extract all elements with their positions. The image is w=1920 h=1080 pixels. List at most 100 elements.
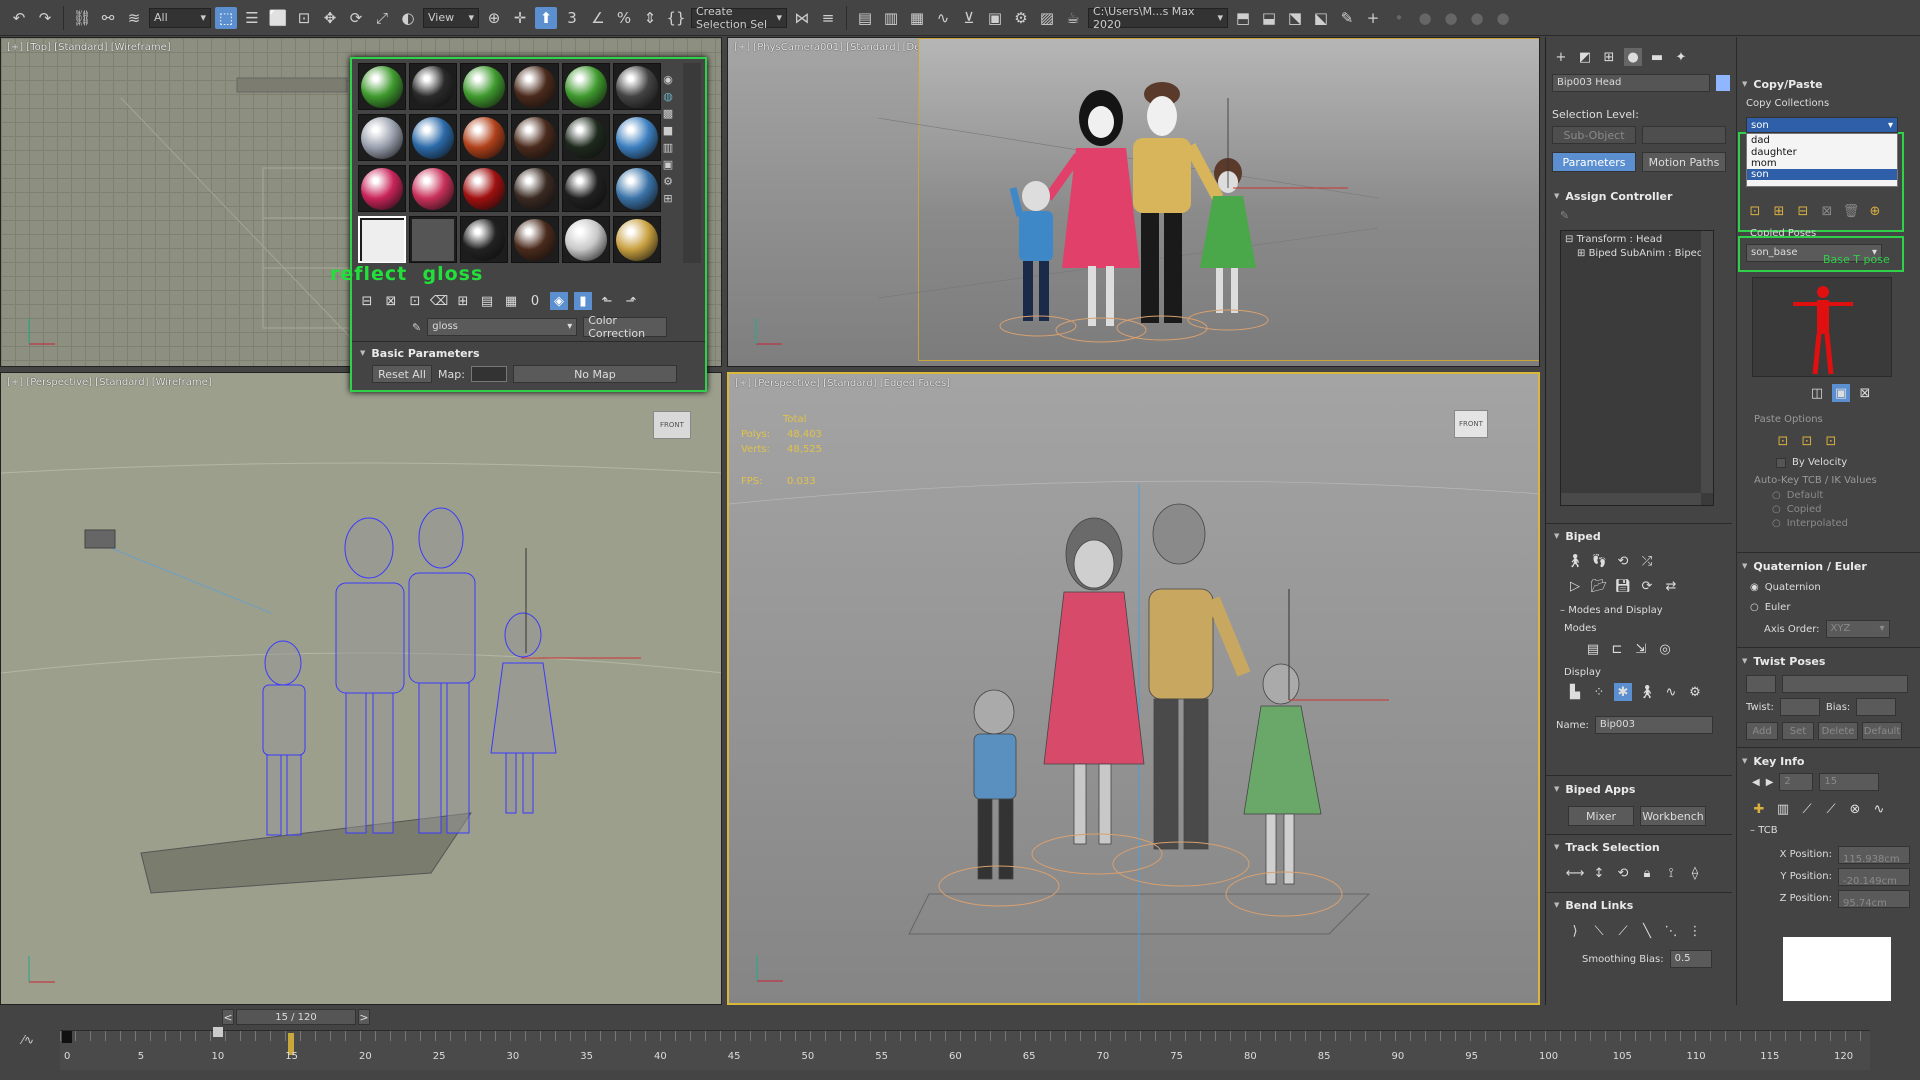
tree-item-transform[interactable]: ⊟ Transform : Head xyxy=(1561,231,1713,248)
mixer-mode-icon[interactable]: ⤮ xyxy=(1638,552,1656,570)
display-tab-icon[interactable]: ▬ xyxy=(1648,48,1666,66)
bias-spinner[interactable] xyxy=(1856,698,1897,716)
bend-links-rollout[interactable]: Bend Links xyxy=(1554,895,1633,915)
set-key-icon[interactable]: ✚ xyxy=(1750,800,1768,818)
material-slot[interactable] xyxy=(562,165,610,212)
select-by-material-icon[interactable]: ⊞ xyxy=(663,192,672,205)
paint-icon[interactable]: ✎ xyxy=(1336,7,1358,29)
open-explorer-icon[interactable]: ⬒ xyxy=(1232,7,1254,29)
footstep-mode-icon[interactable]: 👣︎ xyxy=(1590,552,1608,570)
rubber-band-icon[interactable]: ⊏ xyxy=(1608,640,1626,658)
trajectories-icon[interactable]: ∿ xyxy=(1662,683,1680,701)
link-icon[interactable]: ⛓ xyxy=(71,7,93,29)
material-slot[interactable] xyxy=(511,114,559,161)
place-icon[interactable]: ◐ xyxy=(397,7,419,29)
time-slider-marker[interactable] xyxy=(213,1027,223,1037)
tree-item-biped-subanim[interactable]: ⊞ Biped SubAnim : Biped xyxy=(1561,248,1713,259)
parameters-tab[interactable]: Parameters xyxy=(1552,152,1636,172)
figure-mode-icon[interactable]: 🚶︎ xyxy=(1566,552,1584,570)
twist-links-mode-icon[interactable]: ⟍ xyxy=(1590,922,1608,940)
buffer-mode-icon[interactable]: ▤ xyxy=(1584,640,1602,658)
object-name-field[interactable]: Bip003 Head xyxy=(1552,74,1710,92)
eyedropper-icon[interactable]: ✎ xyxy=(412,321,421,334)
save-collection-icon[interactable]: ⊟ xyxy=(1794,202,1812,220)
snaps-toggle-icon[interactable]: 3 xyxy=(561,7,583,29)
max-load-icon[interactable]: ⊕ xyxy=(1866,202,1884,220)
layer-explorer-icon[interactable]: ▤ xyxy=(854,7,876,29)
material-slot[interactable] xyxy=(409,63,457,110)
undo-icon[interactable]: ↶ xyxy=(8,7,30,29)
put-to-scene-icon[interactable]: ⊠ xyxy=(382,292,400,310)
frame-display[interactable]: 15 / 120 xyxy=(236,1009,356,1025)
make-unique-icon[interactable]: ⊞ xyxy=(454,292,472,310)
track-bar[interactable]: 0 5 10 15 20 25 30 35 40 45 50 55 60 65 70 75 80 85 90 95 10… xyxy=(60,1027,1870,1070)
key-marker[interactable] xyxy=(62,1031,72,1043)
percent-snap-icon[interactable]: % xyxy=(613,7,635,29)
material-slot[interactable] xyxy=(613,63,661,110)
smoothing-bias-spinner[interactable]: 0.5 xyxy=(1669,950,1712,968)
set-planted-key-icon[interactable]: ▥ xyxy=(1774,800,1792,818)
show-shaded-icon[interactable]: ◈ xyxy=(550,292,568,310)
camera-viewport[interactable]: [+] [PhysCamera001] [Standard] [Default … xyxy=(727,37,1540,367)
biped-rollout[interactable]: Biped xyxy=(1554,526,1600,546)
render-icon[interactable]: ⬕ xyxy=(1310,7,1332,29)
sample-uv-icon[interactable]: ■ xyxy=(663,124,673,137)
make-preview-icon[interactable]: ▣ xyxy=(663,158,673,171)
assign-controller-icon[interactable]: ✎ xyxy=(1560,209,1569,222)
basic-parameters-rollout[interactable]: Basic Parameters xyxy=(360,343,479,363)
modify-tab-icon[interactable]: ◩ xyxy=(1576,48,1594,66)
convert-icon[interactable]: ⟳ xyxy=(1638,577,1656,595)
select-object-icon[interactable]: ⬚ xyxy=(215,6,237,29)
biped-name-field[interactable]: Bip003 xyxy=(1594,716,1713,734)
body-rotation-icon[interactable]: ⟲ xyxy=(1614,864,1632,882)
auto-key-option-interpolated[interactable]: ○ Interpolated xyxy=(1772,517,1848,531)
paste-pose-icon[interactable]: ⊡ xyxy=(1798,432,1816,450)
utilities-tab-icon[interactable]: ✦ xyxy=(1672,48,1690,66)
material-slot[interactable] xyxy=(460,114,508,161)
material-slot[interactable] xyxy=(358,216,406,263)
window-crossing-icon[interactable]: ⊡ xyxy=(293,7,315,29)
show-map-icon[interactable]: 0 xyxy=(526,292,544,310)
prev-frame-button[interactable]: < xyxy=(222,1009,234,1025)
select-by-name-icon[interactable]: ☰ xyxy=(241,7,263,29)
lock-cog-icon[interactable]: 🔒︎ xyxy=(1638,864,1656,882)
material-slot[interactable] xyxy=(562,114,610,161)
body-vertical-icon[interactable]: ↕ xyxy=(1590,864,1608,882)
edit-named-selection-icon[interactable]: {} xyxy=(665,7,687,29)
set-sliding-key-icon[interactable]: ⟋ xyxy=(1798,800,1816,818)
named-selection-dropdown[interactable]: Create Selection Sel ▾ xyxy=(691,5,787,31)
material-slot[interactable] xyxy=(613,114,661,161)
paste-posture-icon[interactable]: ⊡ xyxy=(1774,432,1792,450)
spinner-snap-icon[interactable]: ⇕ xyxy=(639,7,661,29)
options-icon[interactable]: ⚙ xyxy=(663,175,673,188)
reset-map-icon[interactable]: ⌫ xyxy=(430,292,448,310)
material-slot[interactable] xyxy=(511,63,559,110)
backlight-icon[interactable]: ◍ xyxy=(663,90,673,103)
material-slot[interactable] xyxy=(562,63,610,110)
zero-all-icon[interactable]: ⋮ xyxy=(1686,922,1704,940)
smooth-twist-icon[interactable]: ╲ xyxy=(1638,922,1656,940)
dope-sheet-icon[interactable]: ⊻ xyxy=(958,7,980,29)
material-editor-icon[interactable]: ⚙ xyxy=(1010,7,1032,29)
rectangular-selection-icon[interactable]: ⬜ xyxy=(267,7,289,29)
controller-tree[interactable]: ⊟ Transform : Head ⊞ Biped SubAnim : Bip… xyxy=(1560,230,1714,506)
twist-delete-button[interactable]: Delete xyxy=(1818,722,1858,740)
curve-editor-toggle-icon[interactable]: ⁄∿ xyxy=(22,1033,34,1047)
render-frame-icon[interactable]: ☕ xyxy=(1062,7,1084,29)
create-tab-icon[interactable]: + xyxy=(1552,48,1570,66)
unlink-icon[interactable]: ⚯ xyxy=(97,7,119,29)
scale-stride-icon[interactable]: ⇲ xyxy=(1632,640,1650,658)
collection-option-dad[interactable]: dad xyxy=(1747,134,1897,147)
material-name-field[interactable]: gloss ▾ xyxy=(427,318,578,336)
show-end-result-icon[interactable]: ▮ xyxy=(574,292,592,310)
render-setup-icon[interactable]: ▨ xyxy=(1036,7,1058,29)
add-icon[interactable]: + xyxy=(1362,7,1384,29)
sample-slot-scrollbar[interactable] xyxy=(683,63,701,263)
twist-spinner[interactable] xyxy=(1779,698,1820,716)
map-color-swatch[interactable] xyxy=(470,366,507,382)
toggle-ribbon-icon[interactable]: ▥ xyxy=(880,7,902,29)
track-selection-rollout[interactable]: Track Selection xyxy=(1554,837,1659,857)
assign-controller-rollout[interactable]: Assign Controller xyxy=(1554,186,1672,206)
reset-all-button[interactable]: Reset All xyxy=(372,365,432,383)
euler-option[interactable]: ○ Euler xyxy=(1750,602,1790,613)
